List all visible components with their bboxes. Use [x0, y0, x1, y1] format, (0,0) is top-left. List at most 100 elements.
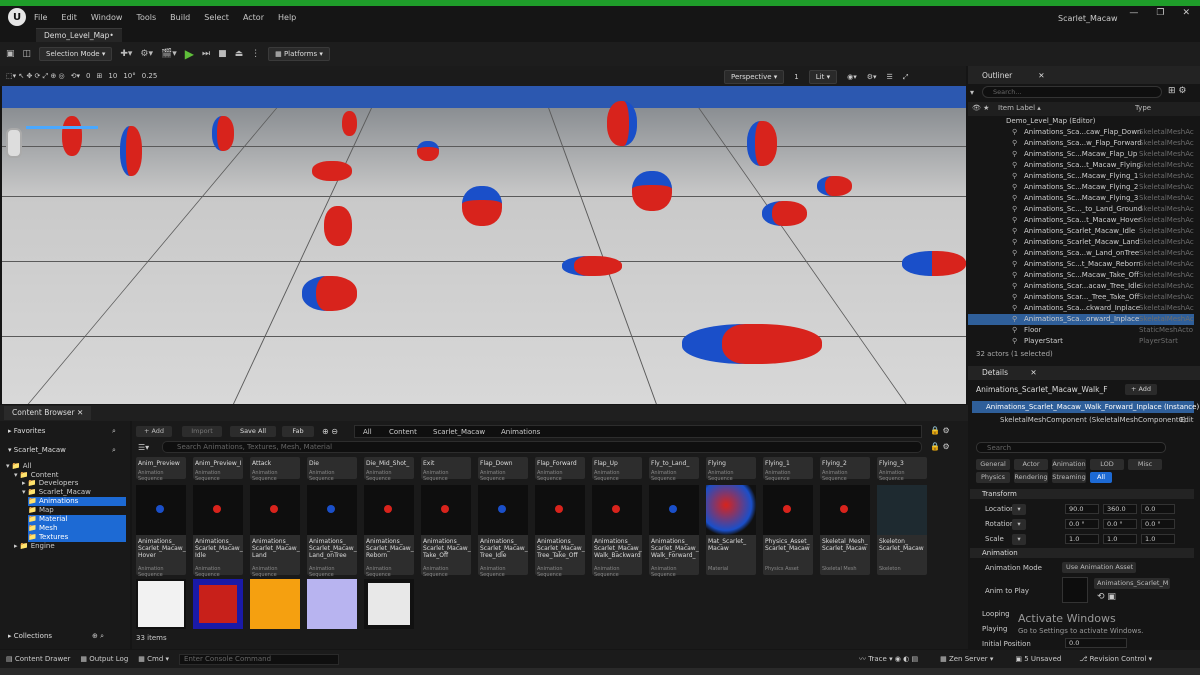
animation-mode-dropdown[interactable]: Use Animation Asset: [1062, 562, 1136, 573]
close-icon[interactable]: ✕: [1182, 8, 1190, 18]
macaw-actor[interactable]: [902, 251, 966, 276]
asset-tile[interactable]: Animations_ Scarlet_Macaw_ Reborn Animati…: [364, 485, 414, 578]
maximize-icon[interactable]: ❐: [1156, 8, 1164, 18]
texture-thumbnail[interactable]: [250, 579, 300, 629]
asset-browse-icon[interactable]: ⟲ ▣: [1097, 592, 1116, 602]
selection-mode-dropdown[interactable]: Selection Mode ▾: [39, 47, 113, 61]
macaw-actor[interactable]: [62, 116, 82, 156]
asset-tile[interactable]: Skeletal_Mesh_ Scarlet_Macaw Skeletal Mes…: [820, 485, 870, 575]
content-browser-tab[interactable]: Content Browser ✕: [4, 406, 92, 420]
details-tab[interactable]: Animation: [1052, 459, 1086, 470]
initial-position-field[interactable]: 0.0: [1065, 638, 1127, 648]
grid-icon[interactable]: ⊞: [97, 72, 103, 80]
asset-tile[interactable]: Die Animation Sequence: [307, 457, 357, 482]
asset-tile[interactable]: Flap_Forward Animation Sequence: [535, 457, 585, 482]
content-drawer-button[interactable]: ▤ Content Drawer: [6, 655, 70, 663]
macaw-actor[interactable]: [417, 141, 439, 161]
outliner-row[interactable]: ⚲ Animations_Sc..._to_Land_Ground Skeletal…: [968, 204, 1194, 215]
outliner-add-icon[interactable]: ⊞ ⚙: [1168, 86, 1186, 96]
cinematics-icon[interactable]: 🎬▾: [161, 49, 177, 59]
macaw-actor[interactable]: [324, 206, 352, 246]
outliner-row[interactable]: ⚲ Animations_Sc...Macaw_Flying_3 SkeletalM…: [968, 193, 1194, 204]
level-viewport[interactable]: [2, 86, 966, 404]
tree-mesh[interactable]: 📁 Mesh: [28, 524, 126, 533]
menu-build[interactable]: Build: [170, 13, 190, 22]
unsaved-button[interactable]: ▣ 5 Unsaved: [1015, 655, 1061, 663]
breadcrumb-content[interactable]: Content: [389, 428, 417, 436]
lit-dropdown[interactable]: Lit ▾: [808, 70, 838, 84]
asset-tile[interactable]: Animations_ Scarlet_Macaw_ Walk_Forward_…: [649, 485, 699, 578]
outliner-row[interactable]: ⚲ Animations_Sc...Macaw_Flap_Up SkeletalMe…: [968, 149, 1194, 160]
more-options-icon[interactable]: ⋮: [251, 49, 260, 59]
filter-icon[interactable]: ▾: [970, 88, 974, 97]
details-tab[interactable]: Actor: [1014, 459, 1048, 470]
asset-tile[interactable]: Mat_Scarlet_ Macaw Material: [706, 485, 756, 575]
transform-section[interactable]: Transform: [970, 489, 1194, 499]
tree-textures[interactable]: 📁 Textures: [28, 533, 126, 542]
menu-select[interactable]: Select: [204, 13, 229, 22]
asset-tile[interactable]: Flying_1 Animation Sequence: [763, 457, 813, 482]
outliner-close-icon[interactable]: ✕: [1038, 71, 1044, 80]
level-tab[interactable]: Demo_Level_Map•: [36, 28, 122, 42]
player-start-icon[interactable]: [6, 128, 22, 158]
texture-thumbnail[interactable]: [193, 579, 243, 629]
asset-tile[interactable]: Fly_to_Land_ Animation Sequence: [649, 457, 699, 482]
menu-file[interactable]: File: [34, 13, 47, 22]
transform-mode-dropdown[interactable]: ▾: [1012, 504, 1026, 515]
macaw-actor[interactable]: [212, 116, 234, 151]
history-icons[interactable]: ⊕ ⊖: [322, 427, 338, 436]
project-section[interactable]: ▾ Scarlet_Macaw: [8, 446, 66, 455]
macaw-actor[interactable]: [682, 324, 822, 364]
macaw-actor[interactable]: [762, 201, 807, 226]
transform-value-field[interactable]: 360.0: [1103, 504, 1137, 514]
show-icon[interactable]: ◉▾: [847, 73, 857, 81]
details-tab[interactable]: Physics: [976, 472, 1010, 483]
transform-value-field[interactable]: 90.0: [1065, 504, 1099, 514]
details-actor-name[interactable]: Animations_Scarlet_Macaw_Walk_F: [976, 385, 1108, 394]
minimize-icon[interactable]: —: [1129, 8, 1138, 18]
details-tab[interactable]: All: [1090, 472, 1112, 483]
outliner-row[interactable]: ⚲ Animations_Sc...Macaw_Flying_1 SkeletalM…: [968, 171, 1194, 182]
details-tab[interactable]: Rendering: [1014, 472, 1048, 483]
outliner-root-row[interactable]: Demo_Level_Map (Editor): [968, 116, 1194, 127]
outliner-row[interactable]: ⚲ Animations_Sca...orward_Inplace Skeletal…: [968, 314, 1194, 325]
details-close-icon[interactable]: ✕: [1030, 368, 1036, 377]
outliner-row[interactable]: ⚲ Animations_Sc...t_Macaw_Reborn SkeletalM…: [968, 259, 1194, 270]
menu-tools[interactable]: Tools: [136, 13, 156, 22]
outliner-row[interactable]: ⚲ Animations_Sca...t_Macaw_Hover SkeletalM…: [968, 215, 1194, 226]
outliner-row[interactable]: ⚲ Animations_Sc...Macaw_Flying_2 SkeletalM…: [968, 182, 1194, 193]
asset-tile[interactable]: Attack Animation Sequence: [250, 457, 300, 482]
asset-tile[interactable]: Animations_ Scarlet_Macaw_ Walk_Backward…: [592, 485, 642, 578]
macaw-actor[interactable]: [312, 161, 352, 181]
viewport-menu-icon[interactable]: ☰: [887, 73, 893, 81]
details-tab[interactable]: Streaming: [1052, 472, 1086, 483]
asset-tile[interactable]: Flap_Up Animation Sequence: [592, 457, 642, 482]
add-actor-icon[interactable]: ✚▾: [120, 49, 132, 59]
browse-icon[interactable]: ◫: [23, 49, 32, 59]
macaw-actor[interactable]: [562, 256, 622, 276]
outliner-row[interactable]: ⚲ Animations_Scarlet_Macaw_Idle SkeletalMe…: [968, 226, 1194, 237]
asset-tile[interactable]: Flying Animation Sequence: [706, 457, 756, 482]
outliner-row[interactable]: ⚲ PlayerStart PlayerStart: [968, 336, 1194, 347]
details-tab[interactable]: Misc: [1128, 459, 1162, 470]
zen-server-button[interactable]: ▦ Zen Server ▾: [940, 655, 993, 663]
details-tab[interactable]: LOD: [1090, 459, 1124, 470]
transform-tools-icon[interactable]: ⬚▾ ↖ ✥ ⟳ ⤢ ⊕ ◎: [6, 72, 65, 81]
asset-tile[interactable]: Animations_ Scarlet_Macaw_ Hover Animatio…: [136, 485, 186, 578]
output-log-button[interactable]: ▦ Output Log: [80, 655, 128, 663]
camera-count[interactable]: 1: [794, 73, 798, 81]
tree-engine[interactable]: ▸ 📁 Engine: [14, 542, 55, 551]
menu-edit[interactable]: Edit: [61, 13, 77, 22]
add-button[interactable]: + Add: [136, 426, 172, 437]
console-input[interactable]: Enter Console Command: [179, 653, 340, 665]
outliner-row[interactable]: ⚲ Animations_Sca...caw_Flap_Down SkeletalM…: [968, 127, 1194, 138]
macaw-actor[interactable]: [462, 186, 502, 226]
cmd-dropdown[interactable]: ▦ Cmd ▾: [138, 655, 169, 663]
transform-value-field[interactable]: 0.0 °: [1103, 519, 1137, 529]
fab-button[interactable]: Fab: [282, 426, 314, 437]
tree-animations[interactable]: 📁 Animations: [28, 497, 126, 506]
breadcrumb-animations[interactable]: Animations: [501, 428, 540, 436]
details-add-button[interactable]: + Add: [1125, 384, 1157, 395]
tree-all[interactable]: ▾ 📁 All: [6, 462, 31, 471]
transform-value-field[interactable]: 1.0: [1103, 534, 1137, 544]
